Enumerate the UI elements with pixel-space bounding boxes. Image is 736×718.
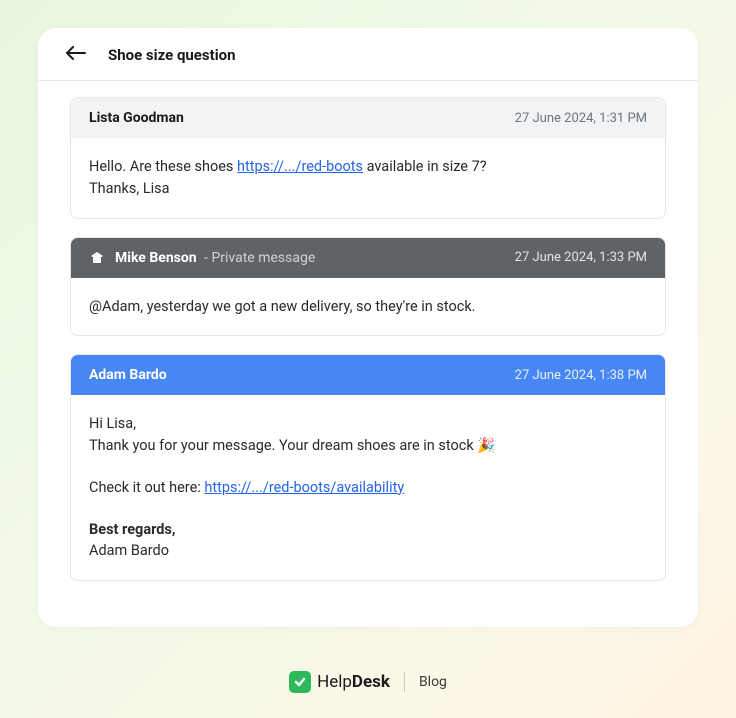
- agent-message-header: Adam Bardo 27 June 2024, 1:38 PM: [71, 355, 665, 395]
- agent-signoff: Best regards,: [89, 519, 647, 541]
- agent-line2: Thank you for your message. Your dream s…: [89, 435, 647, 457]
- ticket-title: Shoe size question: [108, 46, 236, 64]
- customer-line2: Thanks, Lisa: [89, 178, 647, 200]
- brand-help: Help: [317, 672, 352, 692]
- ticket-header: Shoe size question: [38, 28, 698, 81]
- customer-message-header: Lista Goodman 27 June 2024, 1:31 PM: [71, 98, 665, 138]
- ticket-card: Shoe size question Lista Goodman 27 June…: [38, 28, 698, 627]
- internal-author: Mike Benson: [115, 250, 197, 266]
- footer: HelpDesk Blog: [0, 671, 736, 693]
- back-arrow-icon[interactable]: [66, 46, 86, 64]
- agent-icon: [89, 250, 105, 266]
- agent-message: Adam Bardo 27 June 2024, 1:38 PM Hi Lisa…: [70, 354, 666, 581]
- product-link[interactable]: https://.../red-boots: [237, 158, 363, 175]
- agent-timestamp: 27 June 2024, 1:38 PM: [515, 368, 647, 383]
- customer-timestamp: 27 June 2024, 1:31 PM: [515, 111, 647, 126]
- internal-tag: - Private message: [201, 250, 316, 266]
- blog-link[interactable]: Blog: [419, 674, 447, 690]
- agent-checkit-prefix: Check it out here:: [89, 479, 204, 496]
- customer-message: Lista Goodman 27 June 2024, 1:31 PM Hell…: [70, 97, 666, 219]
- customer-author: Lista Goodman: [89, 110, 184, 126]
- brand-check-icon: [289, 671, 311, 693]
- internal-message-header: Mike Benson - Private message 27 June 20…: [71, 238, 665, 278]
- agent-greeting: Hi Lisa,: [89, 413, 647, 435]
- customer-body-suffix: available in size 7?: [363, 158, 487, 175]
- internal-message-body: @Adam, yesterday we got a new delivery, …: [71, 278, 665, 336]
- internal-message: Mike Benson - Private message 27 June 20…: [70, 237, 666, 337]
- agent-message-body: Hi Lisa, Thank you for your message. You…: [71, 395, 665, 580]
- message-list: Lista Goodman 27 June 2024, 1:31 PM Hell…: [38, 81, 698, 581]
- customer-body-prefix: Hello. Are these shoes: [89, 158, 237, 175]
- brand-logo[interactable]: HelpDesk: [289, 671, 390, 693]
- footer-divider: [404, 672, 405, 692]
- availability-link[interactable]: https://.../red-boots/availability: [204, 479, 404, 496]
- internal-timestamp: 27 June 2024, 1:33 PM: [515, 250, 647, 265]
- brand-desk: Desk: [352, 672, 390, 692]
- agent-author: Adam Bardo: [89, 367, 167, 383]
- customer-message-body: Hello. Are these shoes https://.../red-b…: [71, 138, 665, 218]
- agent-signature: Adam Bardo: [89, 540, 647, 562]
